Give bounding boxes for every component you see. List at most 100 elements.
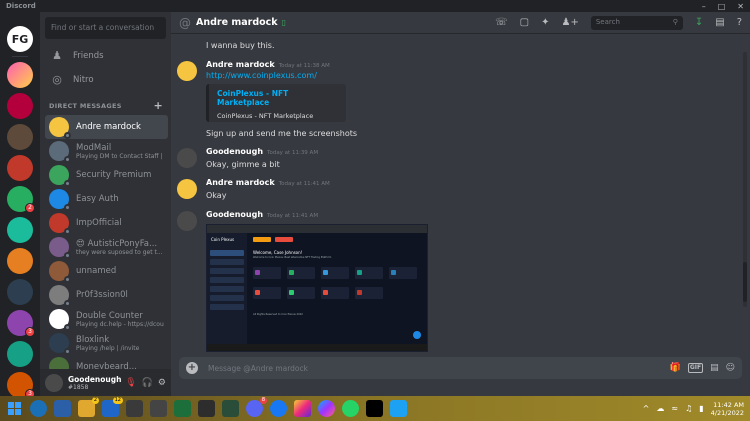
dm-name: Easy Auth — [76, 194, 119, 204]
settings-icon[interactable]: ⚙ — [158, 378, 166, 388]
mute-icon[interactable]: 🎙 — [125, 378, 136, 388]
dm-item[interactable]: Pr0f3ssion0l — [45, 283, 168, 307]
app-icon[interactable] — [198, 400, 215, 417]
headphones-icon[interactable]: 🎧 — [142, 378, 153, 388]
search-input[interactable]: Search ⚲ — [590, 15, 683, 30]
wifi-icon[interactable]: ≈ — [671, 404, 678, 413]
server-icon-6[interactable] — [7, 217, 33, 243]
message-text: I wanna buy this. — [206, 41, 275, 50]
mail-icon[interactable]: 12 — [102, 397, 123, 417]
message-text: Sign up and send me the screenshots — [206, 129, 358, 138]
video-call-icon[interactable]: ▢ — [520, 17, 529, 28]
twitter-icon[interactable] — [390, 400, 407, 417]
gift-icon[interactable]: 🎁 — [670, 363, 681, 373]
taskbar-badge: 12 — [112, 397, 123, 404]
messenger-icon[interactable] — [318, 400, 335, 417]
nav-friends[interactable]: ♟ Friends — [45, 45, 166, 67]
status-icon — [64, 132, 71, 139]
clock-time: 11:42 AM — [713, 400, 744, 409]
dm-item[interactable]: Easy Auth — [45, 187, 168, 211]
edge-icon[interactable] — [30, 400, 47, 417]
avatar[interactable] — [177, 211, 197, 231]
message-author[interactable]: Andre mardock — [206, 60, 275, 69]
close-button[interactable]: ✕ — [737, 2, 744, 11]
browser-tab-bar — [207, 225, 427, 233]
dm-name: Andre mardock — [76, 122, 141, 132]
status-icon — [64, 300, 71, 307]
emoji-icon[interactable]: ☺ — [726, 363, 735, 373]
dm-item[interactable]: Security Premium — [45, 163, 168, 187]
tiktok-icon[interactable] — [366, 400, 383, 417]
minimize-button[interactable]: – — [702, 2, 706, 11]
download-icon[interactable]: ↧ — [695, 17, 703, 28]
gif-icon[interactable]: GIF — [687, 363, 704, 373]
dm-header: DIRECT MESSAGES + — [49, 99, 163, 112]
chevron-up-icon[interactable]: ^ — [643, 404, 650, 413]
home-server-icon[interactable]: FG — [7, 26, 33, 52]
bookstack-icon[interactable] — [222, 400, 239, 417]
dm-item[interactable]: ModMail Playing DM to Contact Staff | ... — [45, 139, 168, 163]
pin-icon[interactable]: ✦ — [541, 17, 549, 28]
dm-status-text: they were suposed to get t... — [76, 248, 163, 256]
message-author[interactable]: Goodenough — [206, 147, 263, 156]
calendar-icon[interactable] — [54, 400, 71, 417]
nav-nitro[interactable]: ◎ Nitro — [45, 69, 166, 91]
dm-item[interactable]: Bloxlink Playing /help | /invite — [45, 331, 168, 355]
server-icon-10[interactable] — [7, 341, 33, 367]
sticker-icon[interactable]: ▤ — [710, 363, 719, 373]
voice-call-icon[interactable]: ☏ — [495, 17, 508, 28]
message-author[interactable]: Goodenough — [206, 210, 263, 219]
embed-title[interactable]: CoinPlexus - NFT Marketplace — [217, 89, 338, 107]
camera-icon[interactable] — [150, 400, 167, 417]
server-icon-9[interactable]: 3 — [7, 310, 35, 337]
cloud-icon[interactable]: ☁ — [656, 404, 664, 413]
dm-item[interactable]: unnamed — [45, 259, 168, 283]
file-explorer-icon[interactable]: 2 — [78, 397, 99, 417]
dm-text: Andre mardock — [76, 122, 141, 132]
message-author[interactable]: Andre mardock — [206, 178, 275, 187]
dm-item[interactable]: ImpOfficial — [45, 211, 168, 235]
message-timestamp: Today at 11:41 AM — [278, 181, 330, 187]
find-conversation-input[interactable]: Find or start a conversation — [45, 17, 166, 39]
create-dm-icon[interactable]: + — [153, 99, 163, 112]
server-icon-3[interactable] — [7, 124, 33, 150]
server-icon-2[interactable] — [7, 93, 33, 119]
server-icon-1[interactable] — [7, 62, 33, 88]
discord-icon[interactable]: 8 — [246, 397, 267, 417]
dm-item[interactable]: Andre mardock — [45, 115, 168, 139]
store-icon[interactable] — [126, 400, 143, 417]
attached-screenshot[interactable]: Coin Plexus Welcome, Case Johnson! Welcom… — [206, 224, 428, 352]
windows-start-icon[interactable] — [6, 400, 23, 417]
server-icon-7[interactable] — [7, 248, 33, 274]
instagram-icon[interactable] — [294, 400, 311, 417]
dm-item[interactable]: 😍 AutisticPonyFa... they were suposed to … — [45, 235, 168, 259]
server-icon-11[interactable]: 3 — [7, 372, 35, 396]
scrollbar[interactable] — [743, 52, 747, 307]
avatar[interactable] — [177, 179, 197, 199]
server-icon-8[interactable] — [7, 279, 33, 305]
dm-text: Pr0f3ssion0l — [76, 290, 128, 300]
inbox-icon[interactable]: ▤ — [715, 17, 724, 28]
message-link[interactable]: http://www.coinplexus.com/ — [206, 71, 317, 80]
message: Andre mardock Today at 11:38 AM http://ww… — [177, 60, 358, 138]
excel-icon[interactable] — [174, 400, 191, 417]
add-friend-icon[interactable]: ♟+ — [562, 17, 579, 28]
scrollbar-thumb[interactable] — [743, 262, 747, 302]
avatar[interactable] — [45, 373, 63, 392]
clock[interactable]: 11:42 AM 4/21/2022 — [711, 401, 744, 417]
volume-icon[interactable]: ♫ — [685, 404, 692, 413]
help-icon[interactable]: ? — [737, 17, 742, 28]
server-icon-5[interactable]: 2 — [7, 186, 35, 213]
add-attachment-icon[interactable]: + — [186, 362, 198, 374]
message: I wanna buy this. — [206, 41, 275, 50]
server-icon-4[interactable] — [7, 155, 33, 181]
avatar[interactable] — [177, 148, 197, 168]
avatar[interactable] — [177, 61, 197, 81]
whatsapp-icon[interactable] — [342, 400, 359, 417]
facebook-icon[interactable] — [270, 400, 287, 417]
at-icon: @ — [179, 15, 191, 30]
message-input[interactable]: + Message @Andre mardock 🎁 GIF ▤ ☺ — [179, 357, 742, 379]
maximize-button[interactable]: □ — [718, 2, 726, 11]
dm-item[interactable]: Double Counter Playing dc.help - https://… — [45, 307, 168, 331]
battery-icon[interactable]: ▮ — [699, 404, 703, 413]
